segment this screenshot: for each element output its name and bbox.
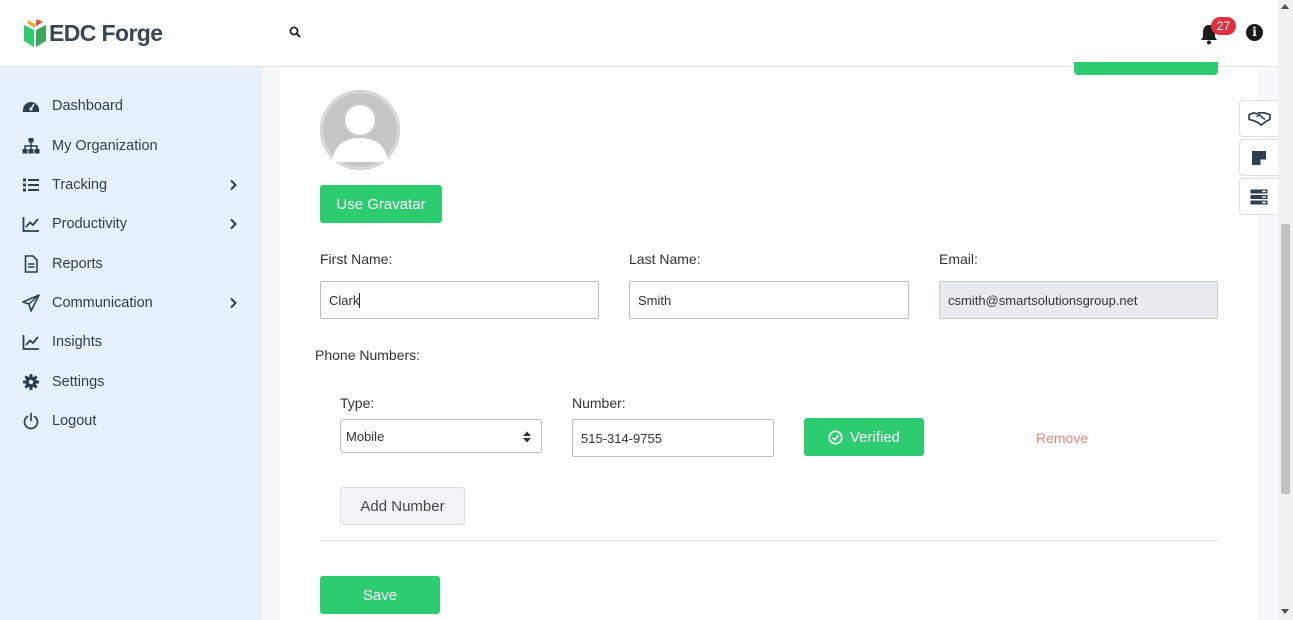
- text-caret: [359, 292, 361, 308]
- line-chart-icon: [22, 217, 39, 232]
- avatar: [320, 90, 400, 170]
- gear-icon: [23, 374, 39, 390]
- phone-numbers-label: Phone Numbers:: [315, 347, 421, 363]
- last-name-field[interactable]: Smith: [629, 281, 909, 319]
- use-gravatar-button[interactable]: Use Gravatar: [320, 185, 442, 223]
- sticky-note-icon: [1252, 150, 1266, 165]
- handshake-icon: [1247, 111, 1271, 126]
- sidebar-item-insights[interactable]: Insights: [0, 324, 262, 360]
- sidebar-item-label: Dashboard: [52, 98, 123, 114]
- section-divider: [320, 540, 1218, 541]
- edc-forge-logo[interactable]: EDC Forge: [24, 19, 163, 47]
- handshake-tool-button[interactable]: [1239, 100, 1278, 137]
- sidebar-item-productivity[interactable]: Productivity: [0, 206, 262, 242]
- sidebar-item-label: Settings: [52, 374, 105, 390]
- default-avatar-icon: [321, 91, 399, 169]
- list-icon: [23, 178, 39, 192]
- sidebar-item-my-organization[interactable]: My Organization: [0, 128, 262, 164]
- line-chart-icon: [22, 335, 39, 350]
- sidebar-item-label: Logout: [52, 413, 97, 429]
- verified-label: Verified: [849, 428, 901, 446]
- sidebar-item-label: My Organization: [52, 138, 158, 154]
- scrollbar-thumb[interactable]: [1281, 224, 1290, 494]
- sidebar-item-settings[interactable]: Settings: [0, 364, 262, 400]
- server-tool-button[interactable]: [1239, 178, 1278, 215]
- scroll-up-arrow-icon[interactable]: [1281, 4, 1289, 9]
- sidebar-item-label: Communication: [52, 295, 153, 311]
- sidebar: Dashboard My Organization Tracking Produ…: [0, 67, 262, 620]
- paper-plane-icon: [22, 294, 40, 312]
- phone-number-value: 515-314-9755: [581, 430, 662, 446]
- scroll-down-arrow-icon[interactable]: [1281, 609, 1289, 614]
- save-button[interactable]: Save: [320, 576, 440, 614]
- dashboard-gauge-icon: [23, 102, 39, 112]
- email-value: csmith@smartsolutionsgroup.net: [948, 292, 1138, 308]
- chevron-right-icon: [230, 179, 237, 191]
- first-name-field[interactable]: Clark: [320, 281, 599, 319]
- sticky-note-tool-button[interactable]: [1239, 139, 1278, 176]
- check-circle-icon: [828, 429, 843, 445]
- document-icon: [24, 255, 38, 273]
- phone-type-label: Type:: [340, 395, 375, 411]
- search-icon[interactable]: [289, 26, 301, 38]
- chevron-right-icon: [230, 297, 237, 309]
- notification-count-badge: 27: [1211, 17, 1236, 35]
- first-name-label: First Name:: [320, 251, 393, 267]
- sidebar-item-logout[interactable]: Logout: [0, 403, 262, 439]
- phone-number-field[interactable]: 515-314-9755: [572, 419, 774, 457]
- profile-card: [280, 67, 1258, 620]
- org-chart-icon: [22, 138, 40, 154]
- email-field: csmith@smartsolutionsgroup.net: [939, 281, 1218, 319]
- phone-number-label: Number:: [572, 395, 626, 411]
- first-name-value: Clark: [329, 292, 360, 308]
- partial-top-button[interactable]: [1074, 62, 1218, 75]
- logo-text: EDC Forge: [49, 19, 163, 46]
- info-icon[interactable]: i: [1246, 24, 1263, 41]
- sidebar-item-reports[interactable]: Reports: [0, 246, 262, 282]
- sidebar-item-label: Productivity: [52, 216, 127, 232]
- phone-type-select[interactable]: Mobile: [340, 419, 542, 453]
- verified-button[interactable]: Verified: [804, 418, 924, 456]
- email-label: Email:: [939, 251, 978, 267]
- sidebar-item-label: Reports: [52, 256, 103, 272]
- sidebar-item-label: Insights: [52, 334, 102, 350]
- sidebar-item-communication[interactable]: Communication: [0, 285, 262, 321]
- power-icon: [23, 412, 39, 430]
- sidebar-item-tracking[interactable]: Tracking: [0, 167, 262, 203]
- logo-mark-icon: [24, 19, 46, 47]
- add-number-button[interactable]: Add Number: [340, 487, 465, 525]
- top-header: EDC Forge 27 i: [0, 0, 1278, 67]
- remove-phone-link[interactable]: Remove: [1036, 430, 1088, 446]
- select-arrows-icon: [523, 431, 531, 443]
- server-icon: [1250, 189, 1268, 204]
- last-name-value: Smith: [638, 292, 672, 308]
- phone-type-value: Mobile: [346, 428, 385, 444]
- last-name-label: Last Name:: [629, 251, 701, 267]
- sidebar-item-dashboard[interactable]: Dashboard: [0, 88, 262, 124]
- chevron-right-icon: [230, 218, 237, 230]
- sidebar-item-label: Tracking: [52, 177, 108, 193]
